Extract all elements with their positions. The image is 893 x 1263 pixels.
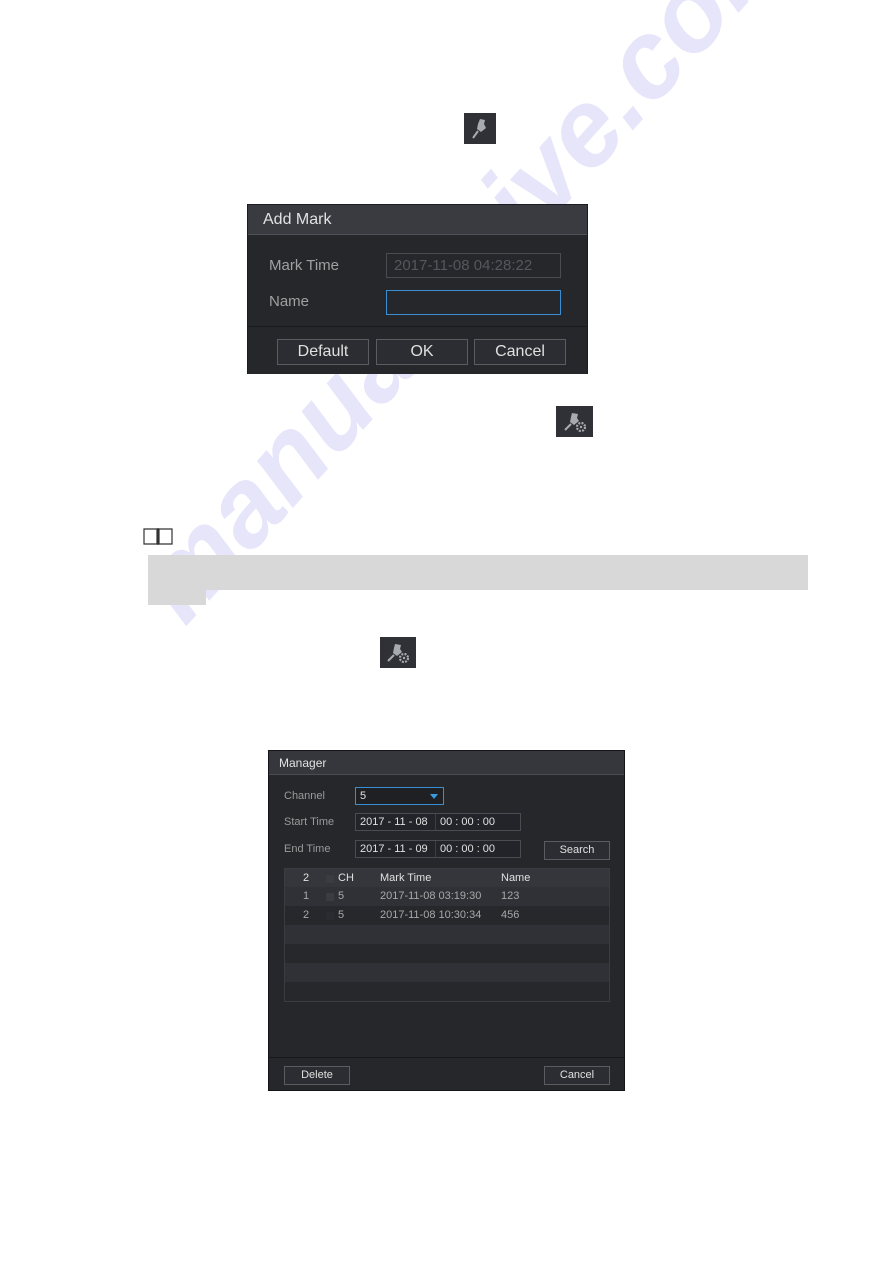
end-time-field[interactable]: 2017 - 11 - 09 00 : 00 : 00	[355, 840, 521, 858]
divider	[435, 814, 436, 830]
ok-button[interactable]: OK	[376, 339, 468, 365]
cancel-button[interactable]: Cancel	[474, 339, 566, 365]
manager-dialog: Manager Channel 5 Start Time 2017 - 11 -…	[268, 750, 625, 1091]
start-time-field[interactable]: 2017 - 11 - 08 00 : 00 : 00	[355, 813, 521, 831]
name-label: Name	[269, 293, 310, 310]
empty-row	[285, 982, 609, 1001]
row-number: 2	[303, 909, 310, 921]
dialog-title: Manager	[269, 751, 624, 775]
start-time-label: Start Time	[284, 816, 335, 828]
channel-select[interactable]: 5	[355, 787, 444, 805]
pushpin-gear-glyph	[387, 643, 410, 663]
pushpin-gear-glyph	[563, 412, 586, 432]
select-all-checkbox[interactable]	[326, 875, 334, 883]
start-date[interactable]: 2017 - 11 - 08	[360, 816, 428, 828]
row-channel: 5	[338, 890, 345, 902]
row-name: 456	[501, 909, 520, 921]
open-book-icon	[143, 527, 173, 547]
add-mark-dialog: Add Mark Mark Time 2017-11-08 04:28:22 N…	[247, 204, 588, 374]
table-row[interactable]: 2 5 2017-11-08 10:30:34 456	[285, 906, 609, 925]
empty-row	[285, 963, 609, 982]
mark-time-field: 2017-11-08 04:28:22	[386, 253, 561, 278]
end-date[interactable]: 2017 - 11 - 09	[360, 843, 428, 855]
pushpin-icon[interactable]	[464, 113, 496, 144]
row-checkbox[interactable]	[326, 912, 334, 920]
pushpin-gear-icon[interactable]	[556, 406, 593, 437]
name-input[interactable]	[386, 290, 561, 315]
row-mark-time: 2017-11-08 10:30:34	[380, 909, 482, 921]
end-time-label: End Time	[284, 843, 331, 855]
delete-button[interactable]: Delete	[284, 1066, 350, 1085]
row-name: 123	[501, 890, 520, 902]
start-time[interactable]: 00 : 00 : 00	[440, 816, 495, 828]
dialog-footer: Default OK Cancel	[248, 326, 587, 374]
dialog-footer: Delete Cancel	[269, 1057, 624, 1091]
row-number: 1	[303, 890, 310, 902]
dialog-title: Add Mark	[248, 205, 587, 235]
note-shade	[148, 555, 808, 590]
ch-header: CH	[338, 872, 354, 884]
name-header: Name	[501, 872, 531, 884]
channel-label: Channel	[284, 790, 325, 802]
default-button[interactable]: Default	[277, 339, 369, 365]
mark-time-label: Mark Time	[269, 257, 340, 274]
note-shade-tail	[148, 590, 206, 605]
pushpin-glyph	[472, 118, 486, 139]
end-time[interactable]: 00 : 00 : 00	[440, 843, 495, 855]
pushpin-gear-icon[interactable]	[380, 637, 416, 668]
table-row[interactable]: 1 5 2017-11-08 03:19:30 123	[285, 887, 609, 906]
search-button[interactable]: Search	[544, 841, 610, 860]
divider	[435, 841, 436, 857]
cancel-button[interactable]: Cancel	[544, 1066, 610, 1085]
row-mark-time: 2017-11-08 03:19:30	[380, 890, 482, 902]
count-header: 2	[303, 872, 310, 884]
empty-row	[285, 925, 609, 944]
row-checkbox[interactable]	[326, 893, 334, 901]
table-header: 2 CH Mark Time Name	[285, 869, 609, 887]
chevron-down-icon	[430, 794, 438, 799]
row-channel: 5	[338, 909, 345, 921]
marks-table: 2 CH Mark Time Name 1 5 2017-11-08 03:19…	[284, 868, 610, 1002]
channel-value: 5	[360, 790, 367, 802]
empty-row	[285, 944, 609, 963]
mark-time-header: Mark Time	[380, 872, 432, 884]
